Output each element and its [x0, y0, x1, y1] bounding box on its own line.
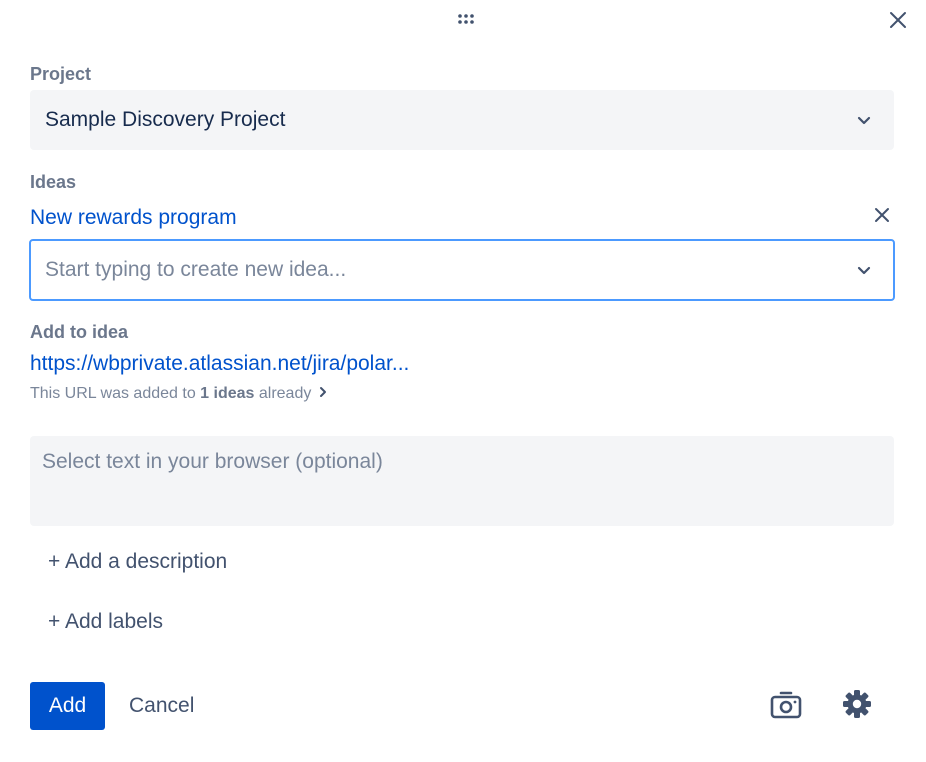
project-select[interactable]: Sample Discovery Project: [30, 90, 894, 150]
chevron-right-icon: [311, 384, 327, 404]
selected-text-input[interactable]: [42, 450, 872, 510]
remove-idea-button[interactable]: [868, 203, 896, 231]
chevron-down-icon[interactable]: [856, 262, 872, 278]
ideas-label: Ideas: [30, 172, 77, 192]
project-label: Project: [30, 64, 92, 84]
close-icon: [874, 207, 890, 228]
idea-search-field[interactable]: [29, 239, 895, 301]
gear-icon: [842, 689, 872, 724]
drag-handle-icon[interactable]: [456, 12, 476, 28]
url-note-suffix: already: [254, 385, 312, 402]
close-icon: [889, 11, 907, 34]
idea-search-input[interactable]: [45, 241, 825, 299]
url-link[interactable]: https://wbprivate.atlassian.net/jira/pol…: [30, 350, 409, 378]
add-button[interactable]: Add: [30, 682, 105, 730]
selected-text-field[interactable]: [30, 436, 894, 526]
add-to-idea-label: Add to idea: [30, 322, 128, 342]
project-select-value: Sample Discovery Project: [45, 108, 286, 131]
cancel-button[interactable]: Cancel: [116, 682, 207, 730]
url-added-note[interactable]: This URL was added to 1 ideas already: [30, 384, 327, 404]
selected-idea-link[interactable]: New rewards program: [30, 204, 237, 232]
camera-icon: [770, 689, 802, 724]
add-description-link[interactable]: + Add a description: [48, 548, 227, 576]
settings-button[interactable]: [837, 686, 877, 726]
close-button[interactable]: [884, 10, 912, 34]
chevron-down-icon: [856, 112, 872, 128]
url-note-count: 1 ideas: [200, 385, 255, 402]
add-labels-link[interactable]: + Add labels: [48, 608, 163, 636]
screenshot-button[interactable]: [766, 686, 806, 726]
url-note-prefix: This URL was added to: [30, 385, 201, 402]
